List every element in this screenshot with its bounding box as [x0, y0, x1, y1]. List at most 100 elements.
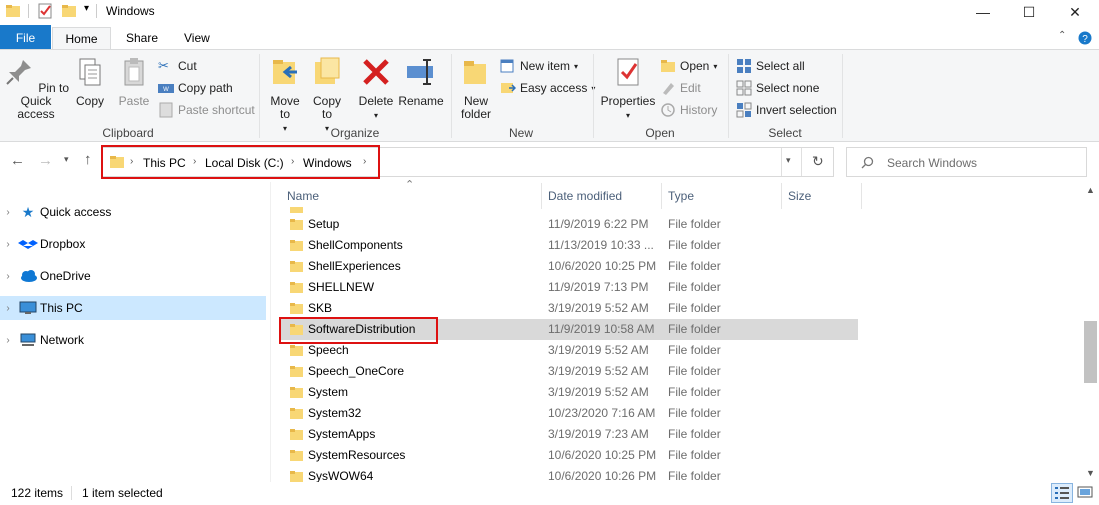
select-all-button[interactable]: Select all: [736, 58, 805, 74]
group-label-clipboard: Clipboard: [102, 126, 154, 140]
tab-share[interactable]: Share: [126, 31, 158, 45]
customize-toolbar-icon[interactable]: ▾: [84, 3, 89, 14]
file-date: 3/19/2019 5:52 AM: [548, 385, 649, 399]
scroll-up-icon[interactable]: ▲: [1086, 185, 1095, 195]
paste-button[interactable]: Paste: [114, 56, 154, 108]
table-row[interactable]: ShellComponents 11/13/2019 10:33 ... File …: [280, 235, 858, 256]
recent-locations-icon[interactable]: ▾: [64, 154, 69, 165]
properties-button[interactable]: Properties ▾: [598, 56, 658, 122]
paste-shortcut-button[interactable]: Paste shortcut: [158, 102, 255, 118]
group-label-select: Select: [768, 126, 802, 140]
rename-button[interactable]: Rename: [398, 56, 444, 108]
vertical-scrollbar[interactable]: ▲ ▼: [1082, 183, 1099, 482]
column-header-name[interactable]: Name: [287, 189, 319, 203]
rename-icon: [407, 59, 433, 85]
copy-button[interactable]: Copy: [72, 56, 108, 108]
minimize-button[interactable]: ―: [960, 0, 1006, 24]
paste-shortcut-icon: [159, 102, 173, 118]
file-name: SysWOW64: [308, 469, 374, 482]
file-type: File folder: [668, 469, 721, 482]
file-type: File folder: [668, 385, 721, 399]
forward-arrow-icon[interactable]: →: [38, 152, 53, 169]
svg-text:W: W: [163, 87, 169, 93]
column-separator[interactable]: [541, 183, 542, 209]
column-separator[interactable]: [861, 183, 862, 209]
scroll-down-icon[interactable]: ▼: [1086, 468, 1095, 478]
file-list: Setup 11/9/2019 6:22 PM File folder ShellCo…: [0, 214, 1080, 482]
file-type: File folder: [668, 448, 721, 462]
select-none-button[interactable]: Select none: [736, 80, 819, 96]
file-name: ShellExperiences: [308, 259, 401, 273]
column-separator[interactable]: [781, 183, 782, 209]
edit-icon: [663, 83, 674, 95]
easy-access-button[interactable]: Easy access▾: [500, 80, 595, 96]
new-item-button[interactable]: New item ▾: [500, 58, 578, 74]
pin-to-quick-access-button[interactable]: Pin to Quick access: [2, 56, 70, 121]
invert-selection-icon: [736, 102, 752, 118]
details-view-button[interactable]: [1051, 483, 1073, 503]
new-folder-quick-icon[interactable]: [62, 4, 76, 18]
properties-quick-icon[interactable]: [38, 3, 53, 19]
search-box[interactable]: Search Windows: [846, 147, 1087, 177]
file-name: SystemApps: [308, 427, 376, 441]
file-type: File folder: [668, 364, 721, 378]
large-icons-view-icon: [1077, 486, 1093, 498]
help-icon[interactable]: ?: [1078, 31, 1092, 45]
table-row[interactable]: System32 10/23/2020 7:16 AM File folder: [280, 403, 858, 424]
column-header-date[interactable]: Date modified: [548, 189, 622, 203]
copy-to-button[interactable]: Copy to ▾: [308, 56, 346, 135]
new-folder-button[interactable]: New folder: [456, 56, 496, 121]
table-row[interactable]: SystemResources 10/6/2020 10:25 PM File fo…: [280, 445, 858, 466]
file-date: 10/6/2020 10:26 PM: [548, 469, 657, 482]
selection-count: 1 item selected: [82, 486, 163, 500]
table-row[interactable]: SHELLNEW 11/9/2019 7:13 PM File folder: [280, 277, 858, 298]
file-name: SHELLNEW: [308, 280, 375, 294]
edit-button[interactable]: Edit: [660, 80, 701, 96]
scrollbar-thumb[interactable]: [1084, 321, 1097, 383]
ribbon-collapse-icon[interactable]: ⌃: [1058, 30, 1066, 41]
table-row[interactable]: ShellExperiences 10/6/2020 10:25 PM File f…: [280, 256, 858, 277]
address-row: ← → ▾ ↑ › This PC › Local Disk (C:) › Wi…: [0, 143, 1099, 181]
file-type: File folder: [668, 343, 721, 357]
file-type: File folder: [668, 238, 721, 252]
cut-button[interactable]: ✂ Cut: [158, 58, 197, 74]
file-date: 10/6/2020 10:25 PM: [548, 259, 657, 273]
table-row[interactable]: Speech_OneCore 3/19/2019 5:52 AM File fold…: [280, 361, 858, 382]
open-button[interactable]: Open ▾: [660, 58, 717, 74]
move-to-button[interactable]: Move to ▾: [266, 56, 304, 135]
table-row[interactable]: SystemApps 3/19/2019 7:23 AM File folder: [280, 424, 858, 445]
delete-button[interactable]: Delete ▾: [356, 56, 396, 122]
tab-file[interactable]: File: [0, 25, 51, 50]
table-row[interactable]: Setup 11/9/2019 6:22 PM File folder: [280, 214, 858, 235]
tab-home[interactable]: Home: [52, 27, 111, 50]
clipped-row: [310, 207, 354, 211]
table-row[interactable]: SKB 3/19/2019 5:52 AM File folder: [280, 298, 858, 319]
column-separator[interactable]: [661, 183, 662, 209]
table-row[interactable]: SysWOW64 10/6/2020 10:26 PM File folder: [280, 466, 858, 482]
up-arrow-icon[interactable]: ↑: [84, 151, 92, 168]
back-arrow-icon[interactable]: ←: [10, 152, 25, 169]
column-header-size[interactable]: Size: [788, 189, 811, 203]
folder-icon: [290, 207, 303, 213]
maximize-button[interactable]: ☐: [1006, 0, 1052, 24]
copy-path-button[interactable]: W Copy path: [158, 80, 233, 96]
folder-icon: [6, 5, 20, 17]
move-to-icon: [273, 60, 297, 84]
details-view-icon: [1055, 487, 1069, 499]
tab-view[interactable]: View: [184, 31, 210, 45]
close-button[interactable]: ✕: [1052, 0, 1098, 24]
file-date: 3/19/2019 5:52 AM: [548, 301, 649, 315]
pin-icon: [6, 60, 31, 85]
folder-icon: [290, 240, 303, 251]
file-name: ShellComponents: [308, 238, 403, 252]
large-icons-view-button[interactable]: [1076, 483, 1096, 503]
history-button[interactable]: History: [660, 102, 717, 118]
selection-highlight-box: [279, 317, 438, 344]
invert-selection-button[interactable]: Invert selection: [736, 102, 837, 118]
column-header-type[interactable]: Type: [668, 189, 694, 203]
table-row[interactable]: System 3/19/2019 5:52 AM File folder: [280, 382, 858, 403]
search-input[interactable]: Search Windows: [887, 156, 977, 170]
address-history-icon[interactable]: ▾: [786, 155, 791, 166]
folder-icon: [290, 345, 303, 356]
refresh-icon[interactable]: ↻: [812, 153, 824, 170]
